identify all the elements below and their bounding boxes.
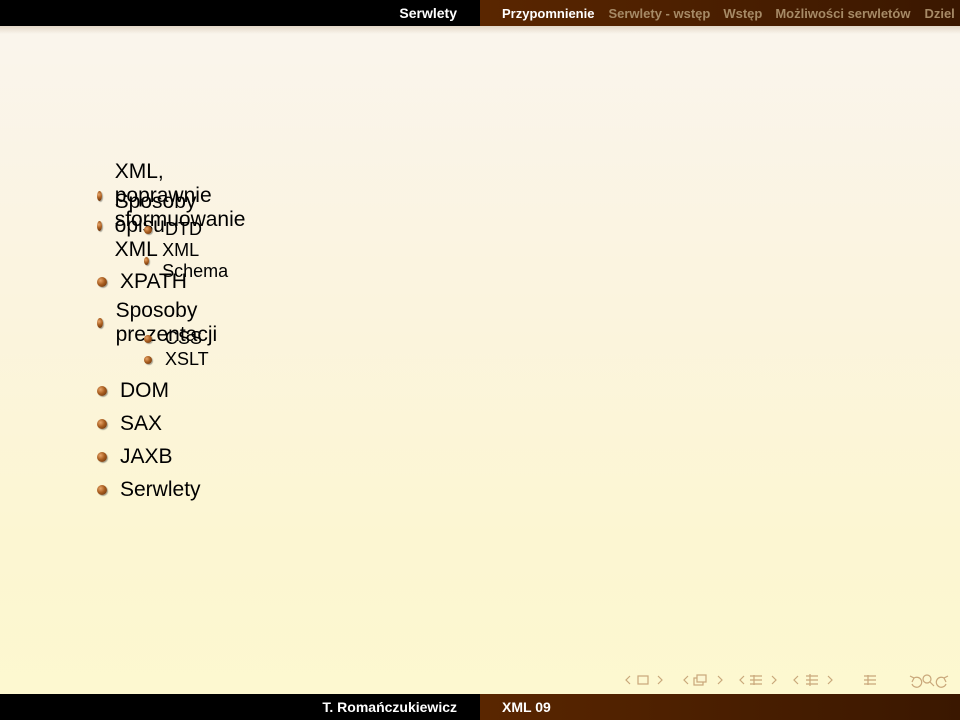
list-item-text: SAX	[120, 412, 163, 435]
list-item-text: XSLT	[165, 349, 209, 369]
list-item-text: JAXB	[120, 445, 173, 468]
beamer-navigation-symbols	[622, 672, 952, 688]
bullet-icon	[97, 485, 107, 495]
sub-list-item: XSLT	[144, 349, 209, 370]
nav-item-przypomnienie[interactable]: Przypomnienie	[502, 6, 594, 21]
footer-title-box: XML 09	[480, 694, 960, 720]
section-icon[interactable]	[750, 675, 762, 685]
bullet-icon	[97, 386, 107, 396]
list-item-text: Serwlety	[120, 478, 201, 501]
presentation-next-icon[interactable]	[827, 675, 833, 685]
nav-item-serwlety-wstep[interactable]: Serwlety - wstęp	[608, 6, 710, 21]
footer-author-box: T. Romańczukiewicz	[0, 694, 480, 720]
bullet-icon	[144, 334, 152, 343]
list-item: Serwlety	[97, 478, 201, 502]
header-nav: Przypomnienie Serwlety - wstęp Wstęp Moż…	[480, 0, 960, 26]
section-title: Serwlety	[399, 5, 457, 21]
search-icon[interactable]	[922, 674, 935, 687]
bullet-icon	[144, 225, 152, 234]
sub-list-item: CSS	[144, 328, 202, 349]
sub-list-item: DTD	[144, 219, 202, 240]
subsection-next-icon[interactable]	[717, 675, 723, 685]
nav-item-wstep[interactable]: Wstęp	[723, 6, 762, 21]
bullet-icon	[144, 257, 150, 265]
presentation-icon[interactable]	[806, 674, 818, 686]
bullet-icon	[97, 277, 107, 287]
list-item: SAX	[97, 412, 162, 436]
footer-title: XML 09	[502, 699, 551, 715]
bullet-icon	[97, 419, 107, 429]
list-item: XPATH	[97, 270, 187, 294]
nav-item-dziel[interactable]: Dziel	[924, 6, 954, 21]
list-item-text: XPATH	[120, 270, 187, 293]
frame-next-icon[interactable]	[657, 675, 663, 685]
back-icon[interactable]	[909, 675, 923, 688]
footer-author: T. Romańczukiewicz	[322, 699, 457, 715]
list-item-text: CSS	[165, 328, 203, 348]
nav-symbols-svg	[625, 674, 949, 688]
nav-item-mozliwosci-serwletow[interactable]: Możliwości serwletów	[775, 6, 910, 21]
header-shadow	[0, 26, 960, 34]
section-next-icon[interactable]	[771, 675, 777, 685]
appendix-icon[interactable]	[864, 675, 876, 685]
list-item: JAXB	[97, 445, 173, 469]
subsection-icon[interactable]	[693, 674, 707, 686]
header-bar: Serwlety Przypomnienie Serwlety - wstęp …	[0, 0, 960, 26]
forward-icon[interactable]	[935, 675, 949, 688]
presentation-prev-icon[interactable]	[793, 675, 799, 685]
list-item: DOM	[97, 379, 169, 403]
frame-icon[interactable]	[637, 675, 649, 685]
list-item-text: DTD	[165, 219, 202, 239]
section-prev-icon[interactable]	[739, 675, 745, 685]
frame-prev-icon[interactable]	[625, 675, 631, 685]
subsection-prev-icon[interactable]	[683, 675, 689, 685]
list-item-text: DOM	[120, 379, 169, 402]
header-section-title: Serwlety	[0, 0, 480, 26]
bullet-icon	[97, 221, 102, 231]
footer-bar: T. Romańczukiewicz XML 09	[0, 694, 960, 720]
bullet-icon	[97, 318, 103, 328]
bullet-icon	[97, 452, 107, 462]
bullet-icon	[144, 355, 152, 364]
